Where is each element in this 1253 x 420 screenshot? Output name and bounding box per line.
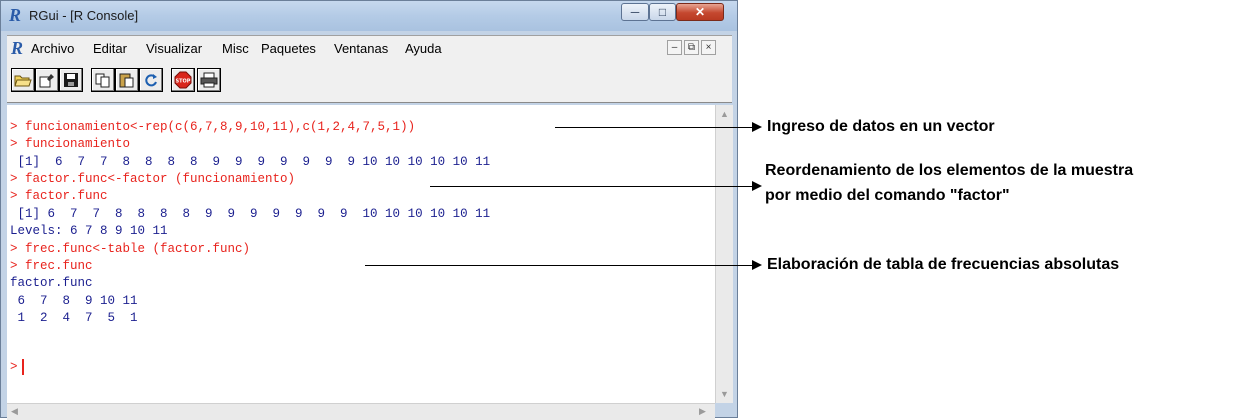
mdi-restore-button[interactable]: ⧉ xyxy=(684,40,699,55)
copy-icon xyxy=(95,73,110,88)
paste-button[interactable] xyxy=(115,68,139,92)
minimize-icon: – xyxy=(671,42,678,53)
minimize-button[interactable]: ─ xyxy=(621,3,649,21)
load-workspace-icon xyxy=(39,74,54,88)
arrow-head-icon xyxy=(752,181,762,191)
r-logo-icon[interactable]: R xyxy=(11,39,23,57)
maximize-button[interactable]: □ xyxy=(649,3,676,21)
paste-icon xyxy=(119,73,134,88)
console-line: > factor.func xyxy=(10,189,108,203)
arrow-head-icon xyxy=(752,122,762,132)
load-workspace-button[interactable] xyxy=(35,68,59,92)
stop-icon: STOP xyxy=(174,71,192,89)
console-line: [1] 6 7 7 8 8 8 8 9 9 9 9 9 9 9 10 10 10… xyxy=(10,207,491,221)
console-line: > funcionamiento xyxy=(10,137,131,151)
refresh-icon xyxy=(145,74,157,87)
vertical-scrollbar[interactable]: ▲ ▼ xyxy=(715,105,733,403)
mdi-minimize-button[interactable]: – xyxy=(667,40,682,55)
console-line: > factor.func<-factor (funcionamiento) xyxy=(10,172,296,186)
window-title: RGui - [R Console] xyxy=(29,8,139,23)
stop-button[interactable]: STOP xyxy=(171,68,195,92)
menu-visualizar[interactable]: Visualizar xyxy=(146,41,202,56)
menu-archivo[interactable]: Archivo xyxy=(31,41,74,56)
console-area[interactable]: > funcionamiento<-rep(c(6,7,8,9,10,11),c… xyxy=(7,105,715,403)
scroll-up-icon[interactable]: ▲ xyxy=(720,109,729,119)
rgui-window: R RGui - [R Console] ─ □ ✕ R Archivo Edi… xyxy=(0,0,738,420)
console-line: factor.func xyxy=(10,276,93,290)
toolbar: STOP xyxy=(7,60,732,103)
minimize-icon: ─ xyxy=(630,5,640,19)
refresh-button[interactable] xyxy=(139,68,163,92)
open-script-button[interactable] xyxy=(11,68,35,92)
menu-bar: R Archivo Editar Visualizar Misc Paquete… xyxy=(7,35,732,60)
copy-button[interactable] xyxy=(91,68,115,92)
scroll-down-icon[interactable]: ▼ xyxy=(720,389,729,399)
horizontal-scrollbar[interactable]: ◀ ▶ xyxy=(7,403,715,420)
print-icon xyxy=(200,72,218,88)
restore-icon: ⧉ xyxy=(687,42,696,53)
text-cursor xyxy=(22,359,24,375)
annotation-arrow-line xyxy=(365,265,755,266)
scroll-right-icon[interactable]: ▶ xyxy=(699,406,706,417)
console-line: > funcionamiento<-rep(c(6,7,8,9,10,11),c… xyxy=(10,120,416,134)
console-line: 6 7 8 9 10 11 xyxy=(10,294,138,308)
arrow-head-icon xyxy=(752,260,762,270)
title-bar[interactable]: R RGui - [R Console] ─ □ ✕ xyxy=(1,1,737,31)
scroll-left-icon[interactable]: ◀ xyxy=(11,406,18,417)
annotation-factor-line1: Reordenamiento de los elementos de la mu… xyxy=(765,162,1134,179)
menu-editar[interactable]: Editar xyxy=(93,41,127,56)
annotation-data-entry: Ingreso de datos en un vector xyxy=(767,118,995,135)
close-icon: ✕ xyxy=(694,5,706,19)
r-logo-icon: R xyxy=(9,5,22,25)
console-line: > frec.func<-table (factor.func) xyxy=(10,242,251,256)
save-icon xyxy=(64,73,78,87)
open-script-icon xyxy=(14,75,32,87)
stop-label: STOP xyxy=(176,79,191,85)
annotation-arrow-line xyxy=(430,186,755,187)
console-line: [1] 6 7 7 8 8 8 8 9 9 9 9 9 9 9 10 10 10… xyxy=(10,155,491,169)
annotation-arrow-line xyxy=(555,127,755,128)
close-icon: × xyxy=(705,42,712,53)
menu-ayuda[interactable]: Ayuda xyxy=(405,41,442,56)
menu-misc[interactable]: Misc xyxy=(222,41,249,56)
console-line: Levels: 6 7 8 9 10 11 xyxy=(10,224,168,238)
close-button[interactable]: ✕ xyxy=(676,3,724,21)
mdi-close-button[interactable]: × xyxy=(701,40,716,55)
console-line: > frec.func xyxy=(10,259,93,273)
save-button[interactable] xyxy=(59,68,83,92)
maximize-icon: □ xyxy=(658,5,667,19)
annotation-frequency-table: Elaboración de tabla de frecuencias abso… xyxy=(767,256,1120,273)
menu-ventanas[interactable]: Ventanas xyxy=(334,41,388,56)
annotation-factor-line2: por medio del comando "factor" xyxy=(765,187,1010,204)
print-button[interactable] xyxy=(197,68,221,92)
menu-paquetes[interactable]: Paquetes xyxy=(261,41,316,56)
console-line: 1 2 4 7 5 1 xyxy=(10,311,138,325)
